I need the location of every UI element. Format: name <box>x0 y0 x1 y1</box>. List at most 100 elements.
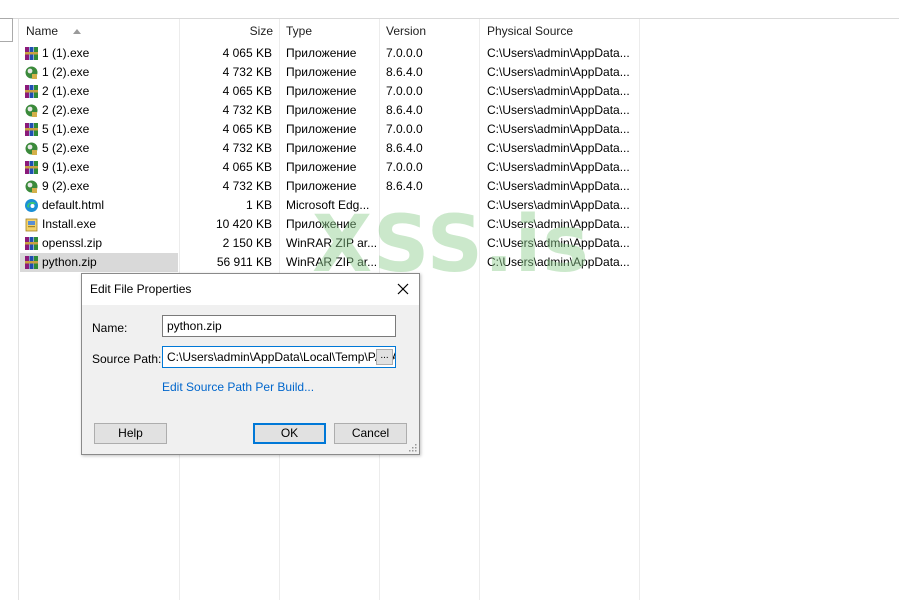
file-size: 10 420 KB <box>215 217 272 231</box>
file-physical-source: C:\Users\admin\AppData... <box>487 122 630 136</box>
source-path-field[interactable]: C:\Users\admin\AppData\Local\Temp\PACA .… <box>162 346 396 368</box>
column-header-size[interactable]: Size <box>180 19 273 44</box>
file-name-cell[interactable]: 1 (2).exe <box>20 63 178 82</box>
file-row[interactable]: default.html 1 KB Microsoft Edg... C:\Users… <box>19 196 639 215</box>
winrar-icon <box>25 237 38 250</box>
file-name-cell[interactable]: default.html <box>20 196 178 215</box>
file-size: 56 911 KB <box>216 255 272 269</box>
file-type: Приложение <box>286 160 357 174</box>
file-physical-source: C:\Users\admin\AppData... <box>487 160 630 174</box>
python-setup-icon <box>25 66 38 79</box>
file-name: 5 (1).exe <box>42 122 90 136</box>
file-type: Приложение <box>286 84 357 98</box>
file-version: 8.6.4.0 <box>386 103 423 117</box>
file-name-cell[interactable]: 9 (1).exe <box>20 158 178 177</box>
file-physical-source: C:\Users\admin\AppData... <box>487 46 630 60</box>
file-version: 8.6.4.0 <box>386 65 423 79</box>
column-divider[interactable] <box>639 19 640 600</box>
file-size: 4 732 KB <box>222 141 272 155</box>
file-type: Приложение <box>286 46 357 60</box>
file-row[interactable]: 5 (1).exe 4 065 KB Приложение 7.0.0.0 C:\Use… <box>19 120 639 139</box>
file-version <box>386 253 476 272</box>
file-physical-source: C:\Users\admin\AppData... <box>487 236 630 250</box>
column-header-version[interactable]: Version <box>386 19 426 44</box>
file-type: WinRAR ZIP ar... <box>286 255 376 269</box>
file-name: python.zip <box>42 255 97 269</box>
left-pane-edge <box>0 18 13 42</box>
file-row[interactable]: 9 (1).exe 4 065 KB Приложение 7.0.0.0 C:\Use… <box>19 158 639 177</box>
installer-icon <box>25 218 38 232</box>
source-path-label: Source Path: <box>92 352 162 366</box>
file-name-cell[interactable]: 5 (2).exe <box>20 139 178 158</box>
name-label: Name: <box>92 321 128 335</box>
file-type: Microsoft Edg... <box>286 198 370 212</box>
file-size: 4 065 KB <box>222 46 272 60</box>
file-name: 9 (2).exe <box>42 179 90 193</box>
file-name-cell[interactable]: 9 (2).exe <box>20 177 178 196</box>
file-name-cell[interactable]: 2 (1).exe <box>20 82 178 101</box>
browse-button[interactable]: ... <box>376 349 393 365</box>
cancel-button[interactable]: Cancel <box>334 423 407 444</box>
file-name-cell[interactable]: openssl.zip <box>20 234 178 253</box>
file-name-cell[interactable]: Install.exe <box>20 215 178 234</box>
file-name: openssl.zip <box>42 236 103 250</box>
file-size: 4 732 KB <box>222 179 272 193</box>
file-name-cell[interactable]: 2 (2).exe <box>20 101 178 120</box>
file-type: Приложение <box>286 103 357 117</box>
sort-ascending-icon <box>73 29 81 34</box>
file-physical-source: C:\Users\admin\AppData... <box>487 255 630 269</box>
file-name: 1 (1).exe <box>42 46 90 60</box>
file-row[interactable]: openssl.zip 2 150 KB WinRAR ZIP ar... C:\Us… <box>19 234 639 253</box>
source-path-value: C:\Users\admin\AppData\Local\Temp\PACA <box>167 350 396 364</box>
file-type: Приложение <box>286 65 357 79</box>
file-version: 7.0.0.0 <box>386 122 423 136</box>
file-name: 2 (2).exe <box>42 103 90 117</box>
winrar-icon <box>25 256 38 269</box>
close-icon[interactable] <box>393 279 413 299</box>
file-type: WinRAR ZIP ar... <box>286 236 376 250</box>
file-physical-source: C:\Users\admin\AppData... <box>487 179 630 193</box>
winrar-icon <box>25 161 38 174</box>
file-name-cell[interactable]: 1 (1).exe <box>20 44 178 63</box>
file-type: Приложение <box>286 122 357 136</box>
file-row[interactable]: 2 (2).exe 4 732 KB Приложение 8.6.4.0 C:\Use… <box>19 101 639 120</box>
file-name: 9 (1).exe <box>42 160 90 174</box>
file-row[interactable]: 1 (1).exe 4 065 KB Приложение 7.0.0.0 C:\Use… <box>19 44 639 63</box>
column-header-type[interactable]: Type <box>286 19 312 44</box>
file-version: 7.0.0.0 <box>386 160 423 174</box>
column-header-physical-source[interactable]: Physical Source <box>487 19 573 44</box>
file-physical-source: C:\Users\admin\AppData... <box>487 103 630 117</box>
file-name-cell[interactable]: 5 (1).exe <box>20 120 178 139</box>
file-row[interactable]: 9 (2).exe 4 732 KB Приложение 8.6.4.0 C:\Use… <box>19 177 639 196</box>
help-button[interactable]: Help <box>94 423 167 444</box>
file-physical-source: C:\Users\admin\AppData... <box>487 217 630 231</box>
resize-grip-icon[interactable] <box>408 443 417 452</box>
file-type: Приложение <box>286 179 357 193</box>
python-setup-icon <box>25 180 38 193</box>
file-physical-source: C:\Users\admin\AppData... <box>487 141 630 155</box>
file-size: 4 732 KB <box>222 65 272 79</box>
column-header-name[interactable]: Name <box>26 19 58 44</box>
ok-button[interactable]: OK <box>253 423 326 444</box>
edge-icon <box>25 199 38 212</box>
dialog-title: Edit File Properties <box>90 282 192 296</box>
file-physical-source: C:\Users\admin\AppData... <box>487 84 630 98</box>
name-field[interactable]: python.zip <box>162 315 396 337</box>
file-physical-source: C:\Users\admin\AppData... <box>487 198 630 212</box>
python-setup-icon <box>25 142 38 155</box>
file-row[interactable]: 2 (1).exe 4 065 KB Приложение 7.0.0.0 C:\Use… <box>19 82 639 101</box>
edit-source-path-per-build-link[interactable]: Edit Source Path Per Build... <box>162 380 314 394</box>
file-size: 4 732 KB <box>222 103 272 117</box>
file-size: 4 065 KB <box>222 84 272 98</box>
toolbar-divider <box>0 18 899 19</box>
file-row[interactable]: Install.exe 10 420 KB Приложение C:\Users\a… <box>19 215 639 234</box>
dialog-body: Name: python.zip Source Path: C:\Users\a… <box>82 305 419 454</box>
file-version: 8.6.4.0 <box>386 179 423 193</box>
file-row[interactable]: 1 (2).exe 4 732 KB Приложение 8.6.4.0 C:\Use… <box>19 63 639 82</box>
file-name-cell[interactable]: python.zip <box>20 253 178 272</box>
file-row[interactable]: 5 (2).exe 4 732 KB Приложение 8.6.4.0 C:\Use… <box>19 139 639 158</box>
file-name: 1 (2).exe <box>42 65 90 79</box>
winrar-icon <box>25 85 38 98</box>
file-row[interactable]: python.zip 56 911 KB WinRAR ZIP ar... C:\Us… <box>19 253 639 272</box>
winrar-icon <box>25 123 38 136</box>
